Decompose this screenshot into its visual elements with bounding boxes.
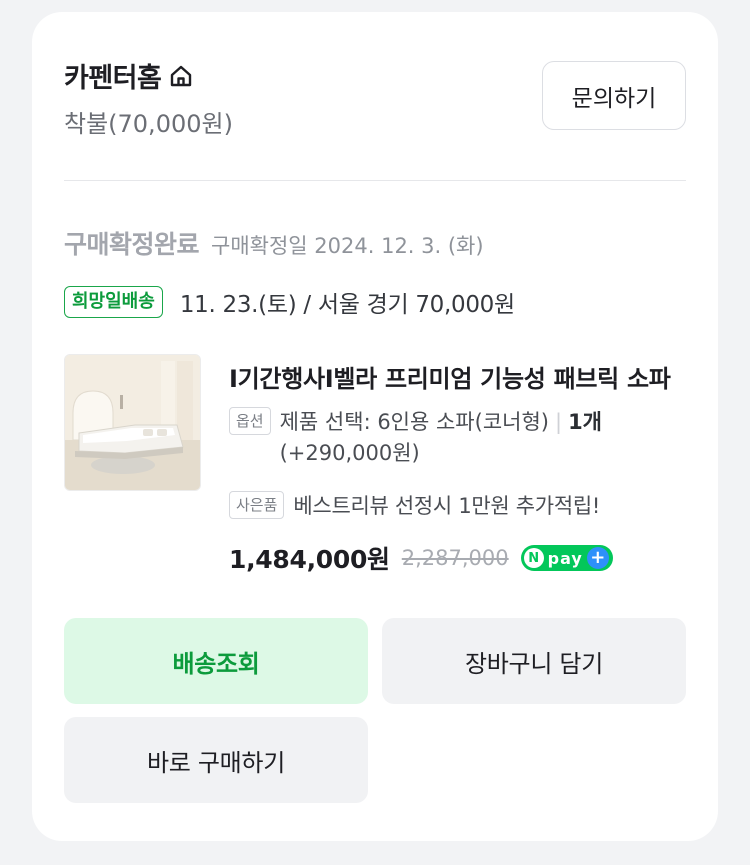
seller-name[interactable]: 카펜터홈	[64, 56, 162, 95]
inquiry-button[interactable]: 문의하기	[542, 61, 686, 130]
divider	[64, 180, 686, 181]
option-quantity: 1개	[568, 410, 602, 434]
option-row: 옵션 제품 선택: 6인용 소파(코너형) | 1개 (+290,000원)	[229, 407, 680, 469]
option-text: 제품 선택: 6인용 소파(코너형)	[279, 410, 549, 434]
product-thumbnail[interactable]	[64, 354, 201, 491]
buy-now-button[interactable]: 바로 구매하기	[64, 717, 368, 803]
seller-name-row[interactable]: 카펜터홈	[64, 56, 194, 95]
delivery-badge: 희망일배송	[64, 286, 163, 318]
plus-icon: +	[586, 547, 609, 569]
sale-price: 1,484,000원	[229, 545, 390, 574]
shipping-fee: 착불(70,000원)	[64, 110, 233, 138]
option-tag: 옵션	[229, 407, 271, 435]
npay-label: pay	[547, 548, 583, 568]
track-delivery-button[interactable]: 배송조회	[64, 618, 368, 704]
option-details: 제품 선택: 6인용 소파(코너형) | 1개 (+290,000원)	[280, 407, 680, 469]
delivery-row: 희망일배송 11. 23.(토) / 서울 경기 70,000원	[64, 285, 515, 319]
confirm-date: 구매확정일 2024. 12. 3. (화)	[211, 234, 484, 258]
naver-n-icon: N	[523, 548, 544, 568]
original-price: 2,287,000	[401, 546, 509, 570]
npay-plus-badge: N pay +	[520, 545, 613, 571]
gift-row: 사은품 베스트리뷰 선정시 1만원 추가적립!	[229, 490, 600, 520]
product-title[interactable]: I기간행사I벨라 프리미엄 기능성 패브릭 소파	[229, 359, 689, 394]
option-separator: |	[554, 410, 563, 434]
order-card: 카펜터홈 착불(70,000원) 문의하기 구매확정완료 구매확정일 2024.…	[32, 12, 718, 841]
add-to-cart-button[interactable]: 장바구니 담기	[382, 618, 686, 704]
price-row: 1,484,000원 2,287,000 N pay +	[229, 540, 613, 576]
order-status-title: 구매확정완료	[64, 230, 200, 259]
gift-text: 베스트리뷰 선정시 1만원 추가적립!	[293, 494, 600, 518]
option-extra-price: (+290,000원)	[279, 441, 420, 465]
home-icon[interactable]	[168, 63, 194, 89]
delivery-text: 11. 23.(토) / 서울 경기 70,000원	[179, 292, 515, 318]
order-status-row: 구매확정완료 구매확정일 2024. 12. 3. (화)	[64, 225, 484, 261]
gift-tag: 사은품	[229, 491, 285, 519]
